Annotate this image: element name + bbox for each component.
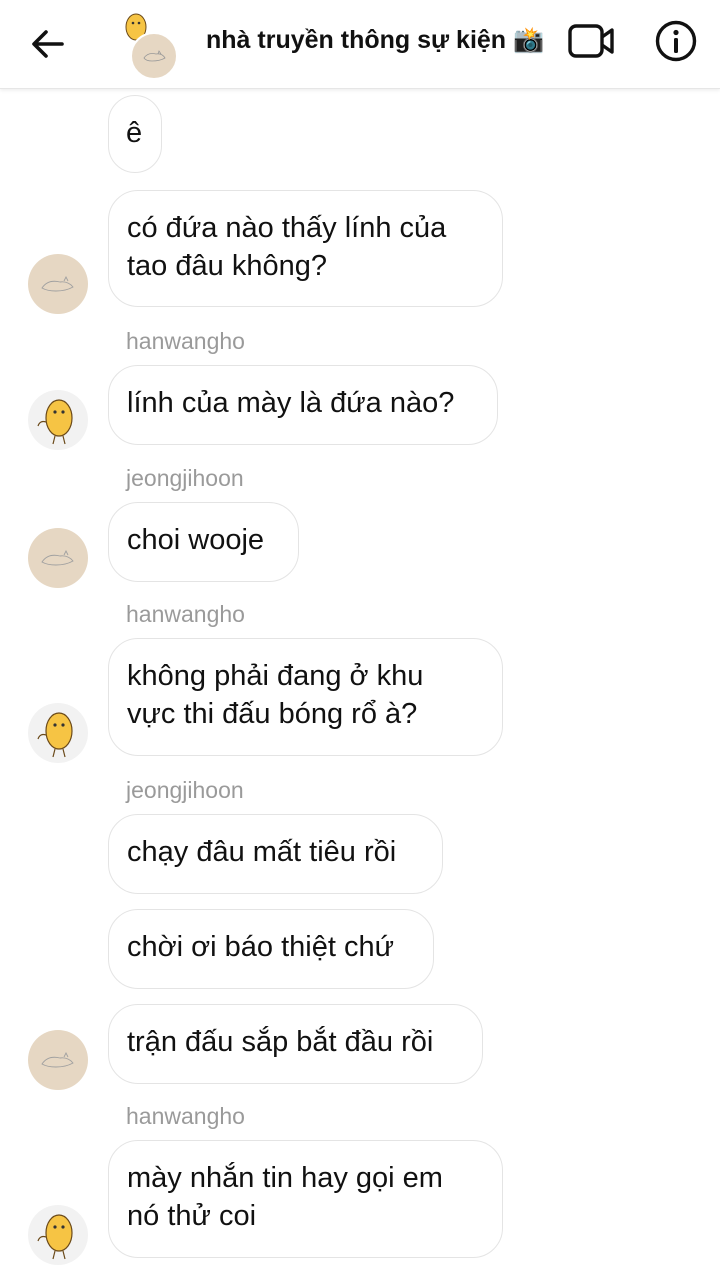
sender-name: jeongjihoon (126, 465, 244, 491)
message-bubble[interactable]: chạy đâu mất tiêu rồi (108, 814, 443, 894)
sender-avatar[interactable] (28, 1030, 88, 1090)
sender-avatar[interactable] (28, 528, 88, 588)
sender-avatar[interactable] (28, 390, 88, 450)
sender-name: hanwangho (126, 601, 245, 627)
message-bubble[interactable]: trận đấu sắp bắt đầu rồi (108, 1004, 483, 1084)
message-bubble[interactable]: không phải đang ở khu vực thi đấu bóng r… (108, 638, 503, 756)
message-bubble[interactable]: chời ơi báo thiệt chứ (108, 909, 434, 989)
message-bubble[interactable]: mày nhắn tin hay gọi em nó thử coi (108, 1140, 503, 1258)
message-bubble[interactable]: ê (108, 95, 162, 173)
sender-name: hanwangho (126, 328, 245, 354)
sender-name: jeongjihoon (126, 777, 244, 803)
video-camera-icon (568, 24, 614, 58)
message-bubble[interactable]: có đứa nào thấy lính của tao đâu không? (108, 190, 503, 307)
message-bubble[interactable]: lính của mày là đứa nào? (108, 365, 498, 445)
back-button[interactable] (26, 22, 70, 66)
chat-title[interactable]: nhà truyền thông sự kiện 📸 (206, 26, 544, 55)
info-button[interactable] (654, 19, 698, 63)
group-avatar[interactable] (114, 10, 180, 80)
sender-avatar[interactable] (28, 254, 88, 314)
info-icon (655, 20, 697, 62)
video-call-button[interactable] (568, 22, 616, 62)
cat-avatar-small (130, 32, 178, 80)
arrow-left-icon (32, 30, 64, 58)
chat-header: nhà truyền thông sự kiện 📸 (0, 0, 720, 89)
sender-avatar[interactable] (28, 703, 88, 763)
message-bubble[interactable]: choi wooje (108, 502, 299, 582)
sender-name: hanwangho (126, 1103, 245, 1129)
sender-avatar[interactable] (28, 1205, 88, 1265)
